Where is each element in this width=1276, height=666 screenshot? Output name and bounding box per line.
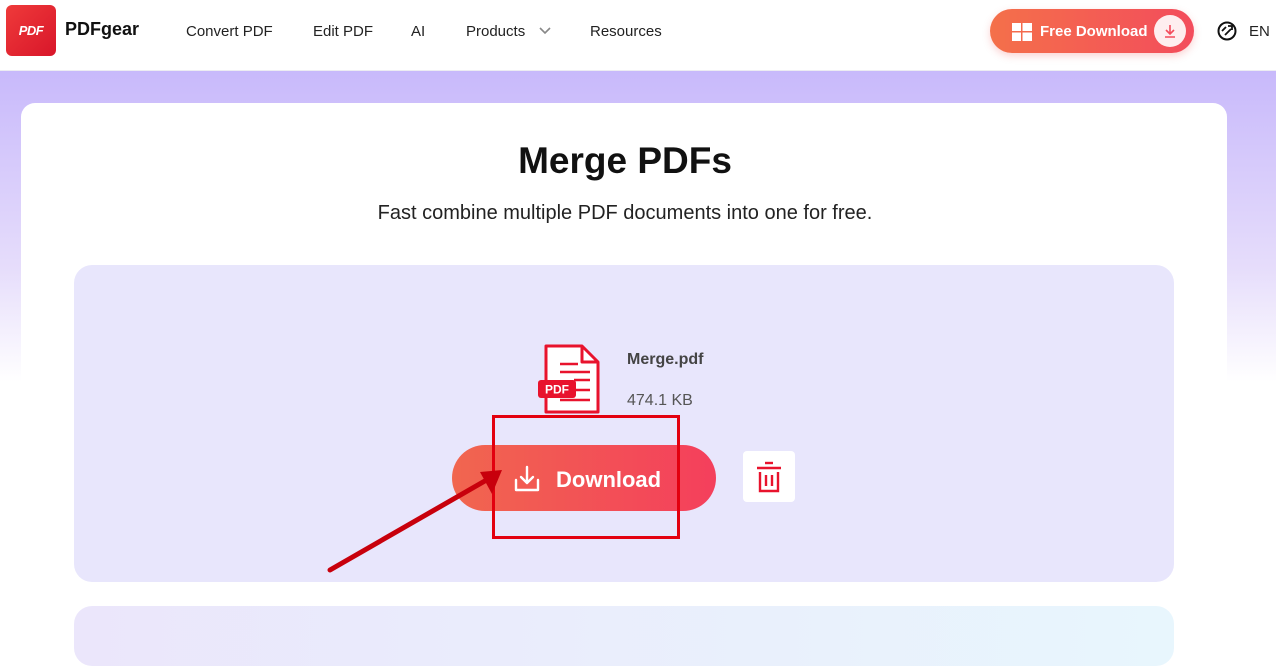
page-title: Merge PDFs [518, 140, 732, 181]
nav-resources[interactable]: Resources [590, 23, 662, 40]
secondary-panel [74, 606, 1174, 666]
chevron-down-icon[interactable] [538, 24, 552, 38]
free-download-button[interactable]: Free Download [990, 9, 1194, 53]
download-icon [1154, 15, 1186, 47]
trash-icon [757, 461, 781, 492]
pdf-file-icon: PDF [538, 344, 600, 414]
nav-products[interactable]: Products [466, 23, 525, 40]
page-subtitle: Fast combine multiple PDF documents into… [377, 202, 873, 224]
file-size: 474.1 KB [627, 392, 693, 409]
brand-name[interactable]: PDFgear [65, 19, 139, 40]
logo-text: PDF [18, 23, 44, 38]
nav-ai[interactable]: AI [411, 23, 425, 40]
highlight-box [492, 415, 680, 539]
free-download-label: Free Download [1040, 23, 1148, 40]
language-selector[interactable]: EN [1249, 23, 1270, 40]
delete-button[interactable] [743, 451, 795, 502]
file-name: Merge.pdf [627, 351, 704, 368]
pointer-arrow-icon [327, 470, 502, 573]
windows-icon [1012, 23, 1032, 41]
nav-edit-pdf[interactable]: Edit PDF [313, 23, 373, 40]
pdf-icon-label: PDF [545, 383, 569, 397]
translate-icon[interactable] [1216, 20, 1238, 42]
nav-convert-pdf[interactable]: Convert PDF [186, 23, 273, 40]
pdfgear-logo[interactable]: PDF [6, 5, 56, 56]
top-header: PDF PDFgear Convert PDF Edit PDF AI Prod… [0, 0, 1276, 71]
